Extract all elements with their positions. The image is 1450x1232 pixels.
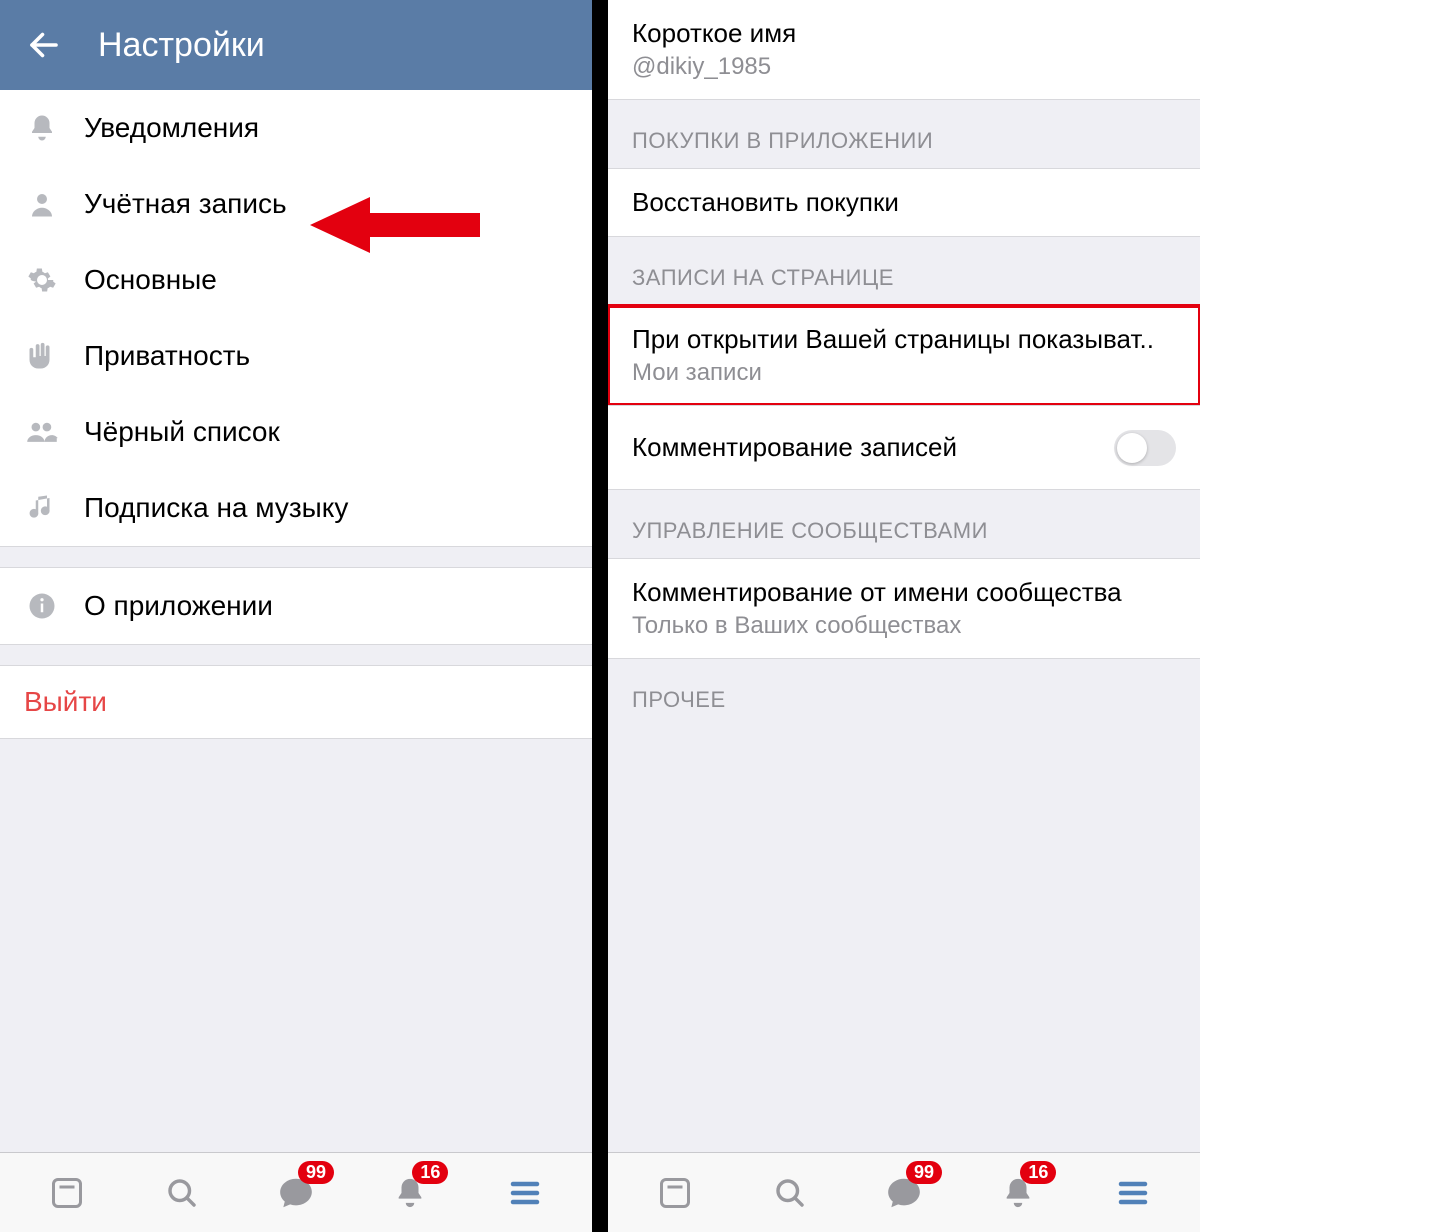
header: Настройки [0,0,592,90]
tab-menu[interactable] [1105,1165,1161,1221]
community-comment-value: Только в Ваших сообществах [632,612,1176,640]
restore-purchases-label: Восстановить покупки [632,187,1176,218]
comments-label: Комментирование записей [632,432,1176,463]
section-header-other: ПРОЧЕЕ [608,659,1200,719]
user-icon [24,186,60,222]
tab-bar: 99 16 [0,1152,592,1232]
restore-purchases-item[interactable]: Восстановить покупки [608,168,1200,237]
tab-notifications[interactable]: 16 [382,1165,438,1221]
wall-open-value: Мои записи [632,359,1176,387]
row-label: Уведомления [84,112,259,144]
logout-section: Выйти [0,666,592,738]
hand-icon [24,338,60,374]
notifications-badge: 16 [1020,1161,1056,1185]
section-header-wall: ЗАПИСИ НА СТРАНИЦЕ [608,237,1200,305]
switch-knob [1117,433,1147,463]
arrow-left-icon [26,27,62,63]
logout-button[interactable]: Выйти [0,666,592,738]
row-label: Выйти [24,686,107,718]
settings-item-about[interactable]: О приложении [0,568,592,644]
settings-item-music[interactable]: Подписка на музыку [0,470,592,546]
community-comment-item[interactable]: Комментирование от имени сообщества Толь… [608,558,1200,659]
page-title: Настройки [98,26,265,65]
gear-icon [24,262,60,298]
comments-toggle-item[interactable]: Комментирование записей [608,405,1200,489]
section-header-purchases: ПОКУПКИ В ПРИЛОЖЕНИИ [608,100,1200,168]
tab-news[interactable] [39,1165,95,1221]
messages-badge: 99 [298,1161,334,1185]
settings-item-privacy[interactable]: Приватность [0,318,592,394]
settings-item-notifications[interactable]: Уведомления [0,90,592,166]
tab-menu[interactable] [497,1165,553,1221]
account-pane: Короткое имя @dikiy_1985 ПОКУПКИ В ПРИЛО… [608,0,1200,1232]
comments-switch[interactable] [1114,430,1176,466]
info-icon [24,588,60,624]
row-label: Приватность [84,340,250,372]
row-label: О приложении [84,590,273,622]
about-section: О приложении [0,568,592,644]
section-gap [0,644,592,666]
short-name-value: @dikiy_1985 [632,53,1176,81]
wall-default-item[interactable]: При открытии Вашей страницы показыват.. … [608,306,1200,405]
tab-search[interactable] [154,1165,210,1221]
music-icon [24,490,60,526]
tab-notifications[interactable]: 16 [990,1165,1046,1221]
back-button[interactable] [20,21,68,69]
settings-item-general[interactable]: Основные [0,242,592,318]
tab-messages[interactable]: 99 [268,1165,324,1221]
tab-news[interactable] [647,1165,703,1221]
row-label: Основные [84,264,217,296]
short-name-label: Короткое имя [632,18,1176,49]
settings-item-account[interactable]: Учётная запись [0,166,592,242]
account-content: Короткое имя @dikiy_1985 ПОКУПКИ В ПРИЛО… [608,0,1200,1152]
whitespace [1200,0,1450,1232]
wall-block: При открытии Вашей страницы показыват.. … [608,305,1200,490]
tab-messages[interactable]: 99 [876,1165,932,1221]
bell-icon [24,110,60,146]
pane-divider [592,0,608,1232]
tab-search[interactable] [762,1165,818,1221]
messages-badge: 99 [906,1161,942,1185]
settings-pane: Настройки Уведомления Учётная запись Осн… [0,0,592,1232]
section-header-communities: УПРАВЛЕНИЕ СООБЩЕСТВАМИ [608,490,1200,558]
row-label: Подписка на музыку [84,492,348,524]
settings-item-blacklist[interactable]: Чёрный список [0,394,592,470]
tab-bar: 99 16 [608,1152,1200,1232]
short-name-item[interactable]: Короткое имя @dikiy_1985 [608,0,1200,100]
users-icon [24,414,60,450]
settings-list: Уведомления Учётная запись Основные Прив… [0,90,592,546]
section-gap [0,546,592,568]
wall-open-label: При открытии Вашей страницы показыват.. [632,324,1176,355]
notifications-badge: 16 [412,1161,448,1185]
row-label: Чёрный список [84,416,280,448]
community-comment-label: Комментирование от имени сообщества [632,577,1176,608]
row-label: Учётная запись [84,188,287,220]
empty-area [0,738,592,1152]
